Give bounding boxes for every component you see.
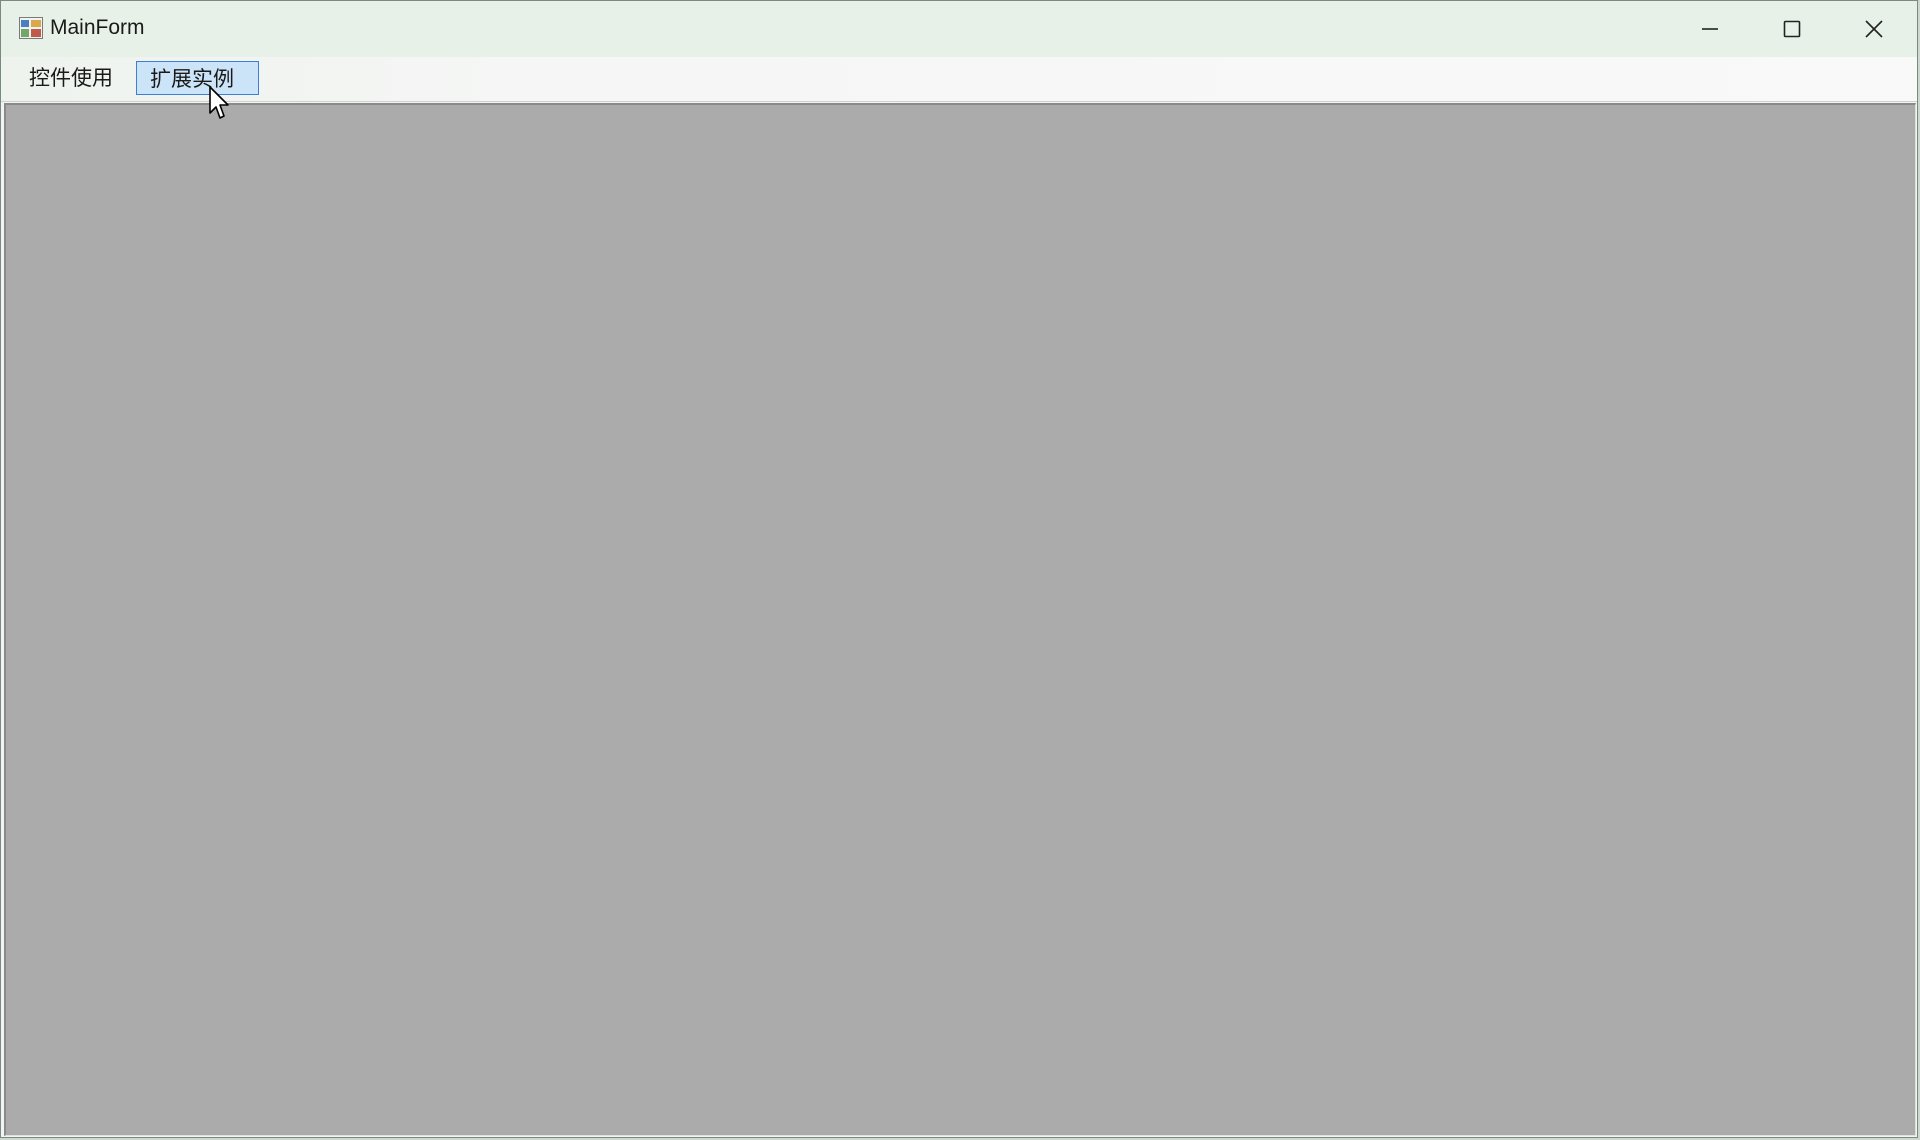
minimize-icon <box>1702 28 1718 30</box>
window-title: MainForm <box>50 16 145 39</box>
maximize-icon <box>1783 20 1801 38</box>
mdi-client-area[interactable] <box>4 103 1916 1136</box>
maximize-button[interactable] <box>1751 1 1833 57</box>
close-icon <box>1865 20 1883 38</box>
main-window: MainForm 控件使用 扩展实例 <box>0 0 1918 1138</box>
app-icon <box>19 17 43 39</box>
menu-item-extensions[interactable]: 扩展实例 <box>136 61 259 95</box>
menu-bar: 控件使用 扩展实例 <box>1 57 1917 102</box>
title-bar[interactable]: MainForm <box>1 1 1917 57</box>
menu-item-controls[interactable]: 控件使用 <box>15 61 127 95</box>
close-button[interactable] <box>1833 1 1915 57</box>
minimize-button[interactable] <box>1669 1 1751 57</box>
